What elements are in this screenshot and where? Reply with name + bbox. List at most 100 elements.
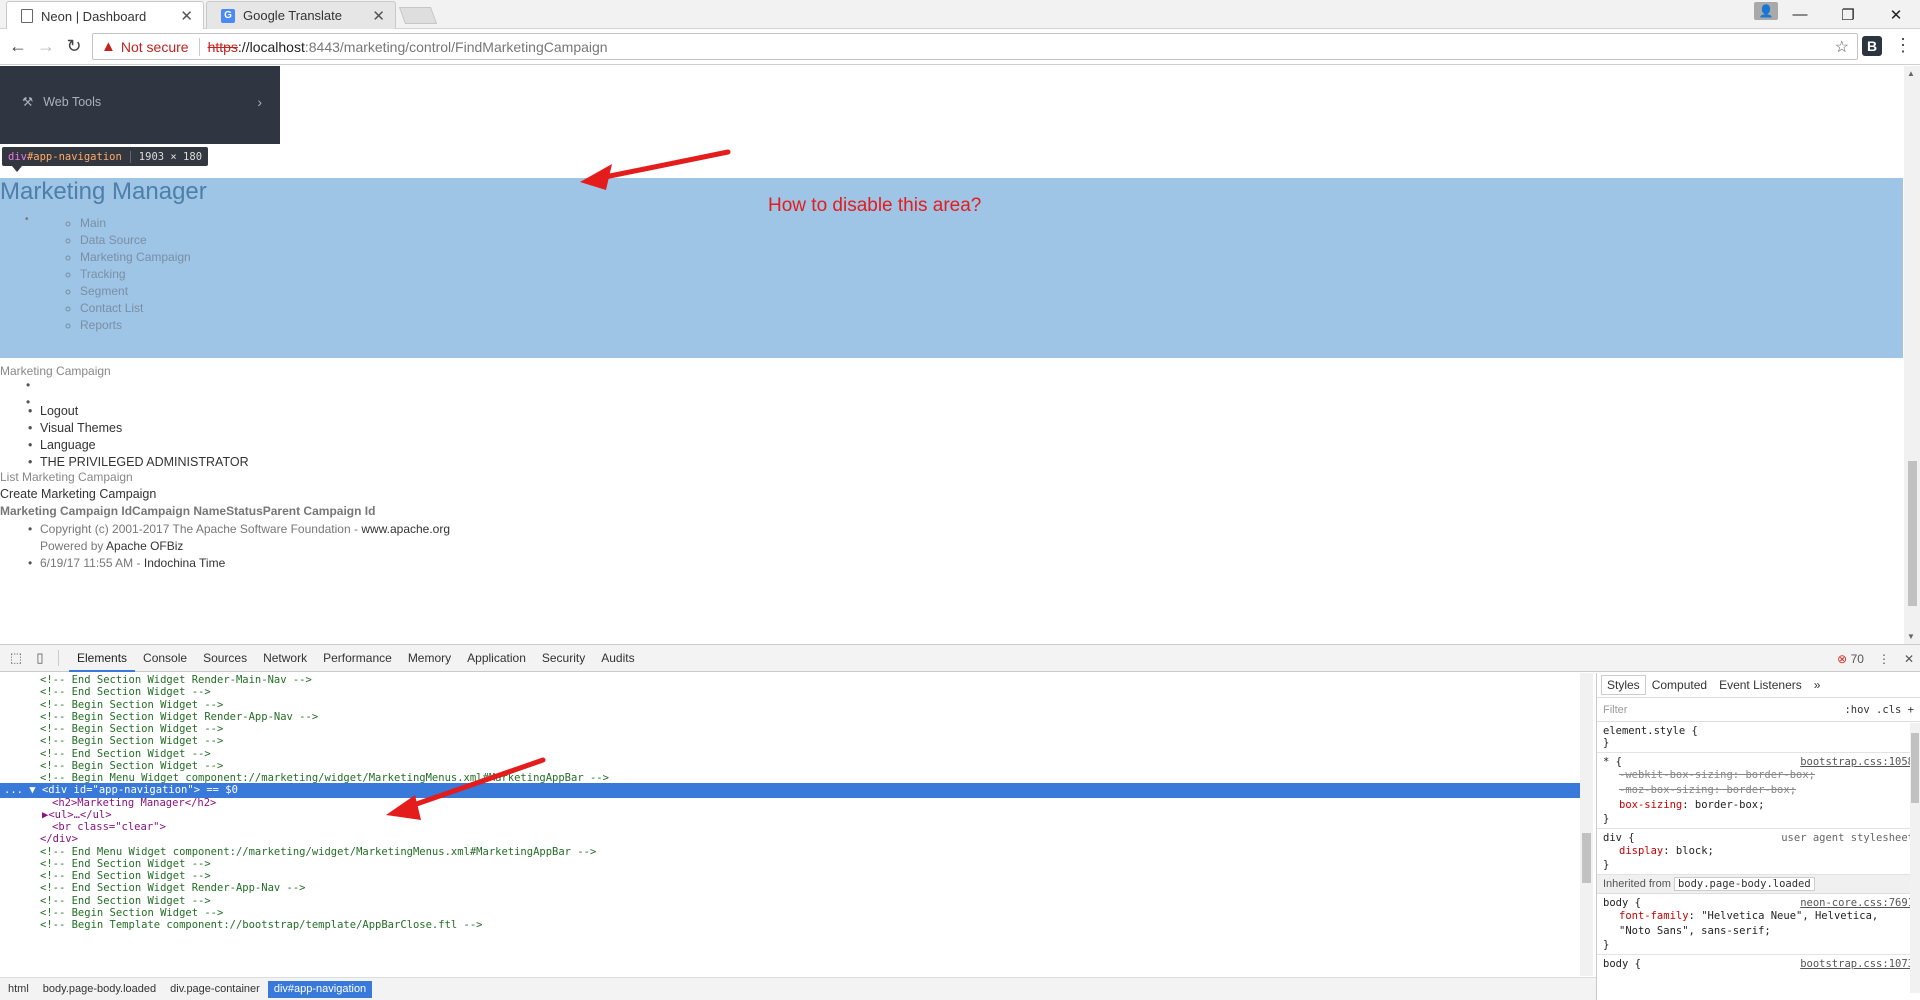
profile-icon[interactable]: 👤 bbox=[1754, 2, 1778, 20]
devtools-tabs: ⬚ ▯ Elements Console Sources Network Per… bbox=[0, 645, 1920, 672]
forward-arrow-icon[interactable]: → bbox=[32, 36, 60, 57]
dom-selected-node[interactable]: ... ▼ <div id="app-navigation"> == $0 bbox=[0, 783, 1580, 798]
style-rule[interactable]: element.style { } bbox=[1597, 722, 1920, 753]
tab-sources[interactable]: Sources bbox=[195, 645, 255, 672]
dom-scrollbar[interactable] bbox=[1580, 673, 1593, 976]
reload-icon[interactable]: ↻ bbox=[60, 36, 88, 57]
column-header[interactable]: Status bbox=[226, 504, 263, 518]
page-scrollbar[interactable]: ▲ ▼ bbox=[1904, 66, 1920, 644]
column-header[interactable]: Campaign Name bbox=[132, 504, 226, 518]
tab-event-listeners[interactable]: Event Listeners bbox=[1713, 678, 1808, 692]
rule-source-link[interactable]: bootstrap.css:1058 bbox=[1800, 756, 1914, 768]
style-property[interactable]: -moz-box-sizing: border-box; bbox=[1603, 783, 1914, 798]
device-toolbar-icon[interactable]: ▯ bbox=[28, 650, 52, 666]
scroll-thumb[interactable] bbox=[1911, 733, 1919, 803]
close-icon[interactable]: ✕ bbox=[372, 7, 385, 25]
browser-tab-dashboard[interactable]: Neon | Dashboard ✕ bbox=[6, 1, 204, 30]
address-bar[interactable]: ▲ Not secure https://localhost:8443/mark… bbox=[92, 33, 1858, 60]
close-devtools-icon[interactable]: ✕ bbox=[1904, 652, 1914, 666]
style-rule[interactable]: body { bootstrap.css:1073 bbox=[1597, 955, 1920, 973]
warning-icon: ▲ bbox=[101, 38, 116, 55]
browser-tab-translate[interactable]: G Google Translate ✕ bbox=[206, 1, 396, 29]
tab-security[interactable]: Security bbox=[534, 645, 593, 672]
tab-elements[interactable]: Elements bbox=[69, 645, 136, 672]
rule-source-link[interactable]: neon-core.css:7691 bbox=[1800, 897, 1914, 909]
inspect-element-icon[interactable]: ⬚ bbox=[4, 650, 28, 666]
close-window-icon[interactable]: ✕ bbox=[1872, 6, 1920, 24]
user-menu-language[interactable]: Language bbox=[28, 438, 249, 455]
tab-memory[interactable]: Memory bbox=[400, 645, 459, 672]
tab-console[interactable]: Console bbox=[135, 645, 195, 672]
app-menu-item[interactable]: Main bbox=[80, 216, 191, 233]
close-icon[interactable]: ✕ bbox=[180, 7, 193, 25]
style-property[interactable]: box-sizing: border-box; bbox=[1603, 798, 1914, 813]
footer-copyright: Copyright (c) 2001-2017 The Apache Softw… bbox=[28, 522, 450, 539]
column-header[interactable]: Marketing Campaign Id bbox=[0, 504, 132, 518]
more-tabs-icon[interactable]: » bbox=[1808, 678, 1827, 692]
tab-styles[interactable]: Styles bbox=[1601, 675, 1646, 695]
tab-title: Neon | Dashboard bbox=[41, 8, 147, 24]
apache-link[interactable]: www.apache.org bbox=[361, 522, 450, 536]
page-crumb: Marketing Campaign bbox=[0, 364, 111, 378]
app-menu-item[interactable]: Data Source bbox=[80, 233, 191, 250]
new-tab-button[interactable] bbox=[398, 7, 438, 24]
bookmark-star-icon[interactable]: ☆ bbox=[1835, 37, 1849, 57]
user-menu-visual-themes[interactable]: Visual Themes bbox=[28, 421, 249, 438]
breadcrumb-item[interactable]: div.page-container bbox=[164, 981, 266, 998]
style-property[interactable]: display: block; bbox=[1603, 844, 1914, 859]
page-viewport: ⚒ Web Tools › Marketing Manager • Main D… bbox=[0, 66, 1904, 644]
restore-icon[interactable]: ❐ bbox=[1824, 6, 1872, 24]
breadcrumb-item-active[interactable]: div#app-navigation bbox=[267, 980, 373, 998]
sidebar-item-web-tools[interactable]: ⚒ Web Tools › bbox=[22, 94, 262, 110]
tab-application[interactable]: Application bbox=[459, 645, 534, 672]
tab-audits[interactable]: Audits bbox=[593, 645, 642, 672]
scroll-thumb[interactable] bbox=[1582, 833, 1591, 883]
devtools-menu-icon[interactable]: ⋮ bbox=[1878, 652, 1890, 666]
tab-computed[interactable]: Computed bbox=[1646, 678, 1713, 692]
filter-controls[interactable]: :hov .cls + bbox=[1844, 704, 1914, 716]
style-rule[interactable]: body { neon-core.css:7691 font-family: "… bbox=[1597, 894, 1920, 955]
window-controls: — ❐ ✕ bbox=[1776, 0, 1920, 29]
minimize-icon[interactable]: — bbox=[1776, 6, 1824, 23]
breadcrumb-item[interactable]: body.page-body.loaded bbox=[37, 981, 162, 998]
footer-time: 6/19/17 11:55 AM - Indochina Time bbox=[28, 556, 450, 573]
breadcrumb-item[interactable]: html bbox=[2, 981, 35, 998]
app-menu-item[interactable]: Tracking bbox=[80, 267, 191, 284]
scroll-up-icon[interactable]: ▲ bbox=[1907, 69, 1915, 78]
tooltip-tag: div bbox=[8, 150, 27, 163]
style-property[interactable]: font-family: "Helvetica Neue", Helvetica… bbox=[1603, 909, 1914, 939]
column-header[interactable]: Parent Campaign Id bbox=[263, 504, 376, 518]
security-label[interactable]: Not secure bbox=[121, 39, 189, 55]
inherited-label: Inherited from bbox=[1603, 878, 1671, 890]
rule-source-link[interactable]: bootstrap.css:1073 bbox=[1800, 958, 1914, 970]
dom-comment[interactable]: <!-- Begin Template component://bootstra… bbox=[40, 918, 483, 933]
browser-tabstrip: Neon | Dashboard ✕ G Google Translate ✕ … bbox=[0, 0, 1920, 30]
inherited-element-chip[interactable]: body.page-body.loaded bbox=[1673, 877, 1815, 891]
scroll-thumb[interactable] bbox=[1908, 461, 1917, 606]
browser-menu-icon[interactable]: ⋮ bbox=[1894, 35, 1912, 56]
expand-toggle[interactable]: ... ▼ bbox=[0, 784, 36, 796]
user-menu-logout[interactable]: Logout bbox=[28, 404, 249, 421]
app-menu-item[interactable]: Reports bbox=[80, 318, 191, 335]
style-property[interactable]: -webkit-box-sizing: border-box; bbox=[1603, 768, 1914, 783]
rule-close: } bbox=[1603, 737, 1610, 749]
create-campaign-link[interactable]: Create Marketing Campaign bbox=[0, 487, 156, 501]
ofbiz-link[interactable]: Apache OFBiz bbox=[106, 539, 183, 553]
style-rule[interactable]: div { user agent stylesheet display: blo… bbox=[1597, 829, 1920, 875]
app-menu-item[interactable]: Segment bbox=[80, 284, 191, 301]
app-menu-item[interactable]: Contact List bbox=[80, 301, 191, 318]
tab-performance[interactable]: Performance bbox=[315, 645, 400, 672]
styles-filter[interactable]: Filter :hov .cls + bbox=[1597, 698, 1920, 722]
tab-title: Google Translate bbox=[243, 8, 343, 23]
extension-icon[interactable]: B bbox=[1862, 36, 1882, 56]
error-counter[interactable]: ⊗ 70 bbox=[1837, 652, 1864, 666]
property-name: -webkit-box-sizing bbox=[1619, 769, 1733, 781]
tab-network[interactable]: Network bbox=[255, 645, 315, 672]
app-menu-item[interactable]: Marketing Campaign bbox=[80, 250, 191, 267]
timezone-link[interactable]: Indochina Time bbox=[144, 556, 225, 570]
filter-input[interactable]: Filter bbox=[1603, 704, 1627, 716]
style-rule[interactable]: * { bootstrap.css:1058 -webkit-box-sizin… bbox=[1597, 753, 1920, 829]
back-arrow-icon[interactable]: ← bbox=[4, 36, 32, 57]
scroll-down-icon[interactable]: ▼ bbox=[1907, 632, 1915, 641]
styles-scrollbar[interactable] bbox=[1910, 723, 1920, 993]
